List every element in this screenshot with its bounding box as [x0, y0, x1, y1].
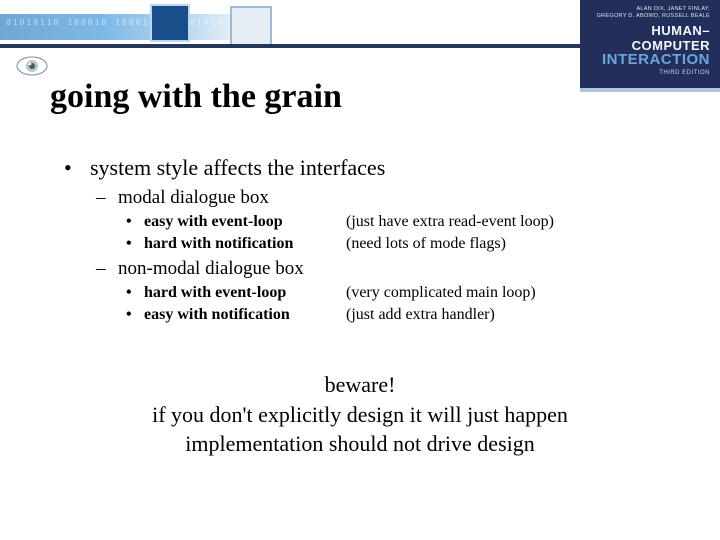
- book-title-line: INTERACTION: [590, 51, 710, 68]
- beware-line: implementation should not drive design: [0, 429, 720, 459]
- l3-right: (very complicated main loop): [346, 282, 536, 304]
- book-authors: ALAN DIX, JANET FINLAY, GREGORY D. ABOWD…: [590, 6, 710, 19]
- l3-left: hard with notification: [144, 233, 346, 255]
- beware-line: beware!: [0, 370, 720, 400]
- eye-icon: [14, 54, 50, 78]
- slide-title: going with the grain: [50, 78, 342, 116]
- slide: ALAN DIX, JANET FINLAY, GREGORY D. ABOWD…: [0, 0, 720, 540]
- beware-line: if you don't explicitly design it will j…: [0, 400, 720, 430]
- book-authors-line: ALAN DIX, JANET FINLAY,: [636, 6, 710, 12]
- bullet-l3: easy with event-loop (just have extra re…: [118, 211, 680, 233]
- slide-body: system style affects the interfaces moda…: [60, 155, 680, 329]
- book-edition: THIRD EDITION: [590, 70, 710, 76]
- bullet-l3: easy with notification (just add extra h…: [118, 304, 680, 326]
- header-decor-block: [150, 4, 190, 42]
- bullet-l1-text: system style affects the interfaces: [90, 155, 385, 180]
- l3-left: easy with notification: [144, 304, 346, 326]
- l3-right: (just have extra read-event loop): [346, 211, 554, 233]
- bullet-l1: system style affects the interfaces moda…: [60, 155, 680, 325]
- l3-right: (need lots of mode flags): [346, 233, 506, 255]
- l3-right: (just add extra handler): [346, 304, 495, 326]
- l3-left: easy with event-loop: [144, 211, 346, 233]
- bullet-l2: non-modal dialogue box hard with event-l…: [90, 258, 680, 325]
- header-rule: [0, 44, 585, 48]
- book-title-line: HUMAN–COMPUTER: [590, 23, 710, 53]
- l3-left: hard with event-loop: [144, 282, 346, 304]
- bullet-l2-text: modal dialogue box: [118, 187, 269, 208]
- book-cover: ALAN DIX, JANET FINLAY, GREGORY D. ABOWD…: [580, 0, 720, 92]
- beware-block: beware! if you don't explicitly design i…: [0, 370, 720, 459]
- header-decor-block: [230, 6, 272, 48]
- bullet-l3: hard with notification (need lots of mod…: [118, 233, 680, 255]
- bullet-l2: modal dialogue box easy with event-loop …: [90, 187, 680, 254]
- book-authors-line: GREGORY D. ABOWD, RUSSELL BEALE: [597, 13, 710, 19]
- bullet-l2-text: non-modal dialogue box: [118, 258, 304, 279]
- bullet-l3: hard with event-loop (very complicated m…: [118, 282, 680, 304]
- header-binary-band: [0, 14, 260, 40]
